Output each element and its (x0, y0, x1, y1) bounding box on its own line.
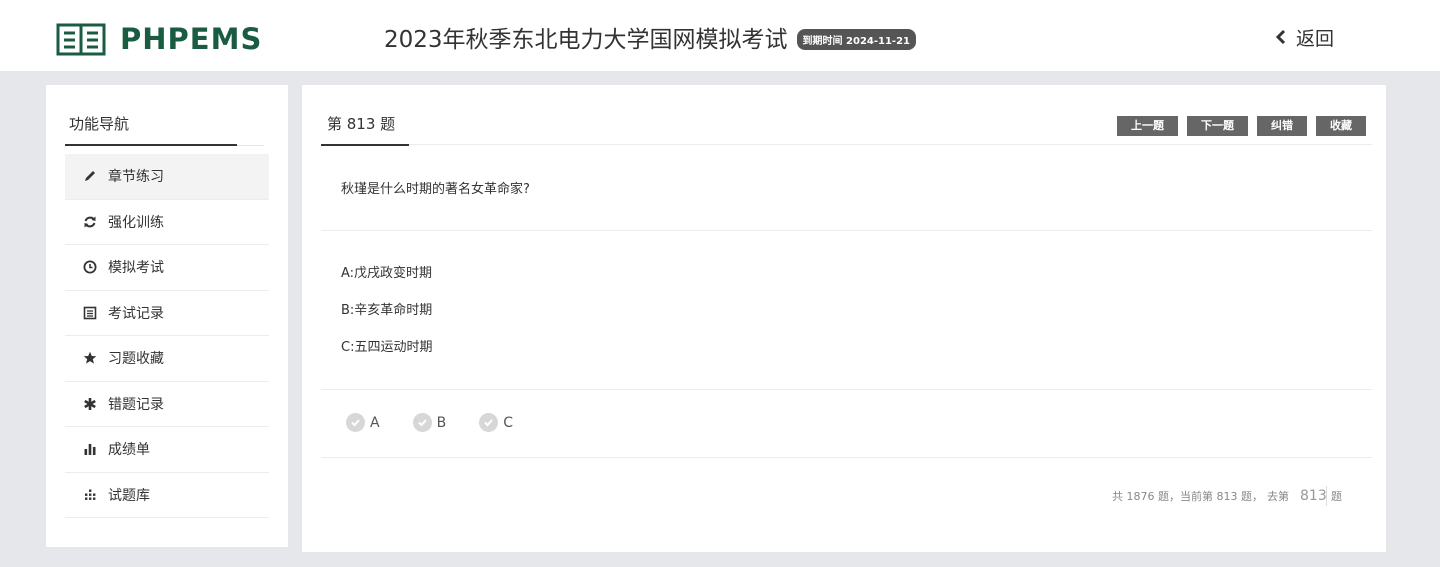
sidebar-nav: 章节练习 强化训练 模拟考试 考试记录 习题收藏 错题记录 成绩单 试题库 (65, 154, 269, 518)
exam-title: 2023年秋季东北电力大学国网模拟考试 (384, 27, 788, 53)
question-pager: 共 1876 题，当前第 813 题， 去第 题 (1112, 486, 1342, 506)
sidebar-item-transcript[interactable]: 成绩单 (65, 427, 269, 473)
tab-underline (409, 144, 1372, 145)
prev-question-button[interactable]: 上一题 (1117, 116, 1178, 136)
answer-choice-b[interactable]: B (412, 413, 447, 432)
pager-goto-prefix: 去第 (1267, 490, 1289, 503)
sidebar-item-label: 试题库 (108, 487, 150, 504)
option-list: A:戊戌政变时期 B:辛亥革命时期 C:五四运动时期 (341, 265, 432, 376)
back-label: 返回 (1296, 27, 1335, 50)
exam-title-area: 2023年秋季东北电力大学国网模拟考试 到期时间 2024-11-21 (384, 20, 916, 54)
sidebar-item-label: 强化训练 (108, 214, 164, 231)
sidebar-item-label: 考试记录 (108, 305, 164, 322)
sidebar-divider (237, 145, 264, 146)
report-error-button[interactable]: 纠错 (1257, 116, 1307, 136)
sidebar-item-label: 错题记录 (108, 396, 164, 413)
option-a: A:戊戌政变时期 (341, 266, 433, 281)
question-number-tab: 第 813 题 (321, 114, 409, 146)
check-circle-icon (346, 413, 365, 432)
divider (321, 389, 1372, 390)
expiry-badge: 到期时间 2024-11-21 (796, 28, 916, 50)
sidebar: 功能导航 章节练习 强化训练 模拟考试 考试记录 习题收藏 错题记录 成绩单 试… (46, 85, 288, 547)
grid-icon (83, 488, 97, 502)
sidebar-item-label: 章节练习 (108, 169, 164, 186)
option-b: B:辛亥革命时期 (341, 303, 433, 318)
list-icon (83, 306, 97, 320)
answer-choice-a[interactable]: A (346, 413, 380, 432)
asterisk-icon (83, 397, 97, 411)
check-circle-icon (412, 413, 432, 432)
phpems-logo[interactable]: PHPEMS (56, 22, 262, 56)
pencil-icon (83, 169, 97, 183)
sidebar-title: 功能导航 (65, 114, 237, 146)
book-logo-icon (56, 23, 106, 56)
check-circle-icon (479, 413, 499, 432)
chevron-left-icon (1276, 29, 1286, 45)
next-question-button[interactable]: 下一题 (1187, 116, 1248, 136)
logo-text: PHPEMS (120, 22, 263, 56)
clock-icon (83, 260, 97, 274)
sidebar-item-wrong-answers[interactable]: 错题记录 (65, 382, 269, 427)
back-button[interactable]: 返回 (1276, 24, 1334, 50)
pager-summary: 共 1876 题，当前第 813 题， (1112, 490, 1263, 503)
question-text: 秋瑾是什么时期的著名女革命家? (341, 182, 530, 197)
sidebar-item-label: 成绩单 (108, 442, 150, 459)
question-panel: 第 813 题 上一题 下一题 纠错 收藏 秋瑾是什么时期的著名女革命家? A:… (302, 85, 1386, 552)
sidebar-item-question-favorites[interactable]: 习题收藏 (65, 336, 269, 382)
divider (321, 230, 1372, 231)
sidebar-item-intensive-training[interactable]: 强化训练 (65, 200, 269, 245)
star-icon (83, 351, 97, 365)
top-header: PHPEMS 2023年秋季东北电力大学国网模拟考试 到期时间 2024-11-… (0, 0, 1440, 71)
sidebar-item-chapter-practice[interactable]: 章节练习 (65, 154, 269, 200)
favorite-button[interactable]: 收藏 (1316, 116, 1366, 136)
sidebar-item-question-bank[interactable]: 试题库 (65, 473, 269, 518)
answer-choices: A B C (346, 413, 546, 432)
answer-choice-c[interactable]: C (479, 413, 513, 432)
answer-choice-label: C (503, 414, 513, 431)
pager-goto-suffix: 题 (1331, 490, 1342, 503)
sidebar-item-label: 习题收藏 (108, 351, 164, 368)
option-c: C:五四运动时期 (341, 340, 433, 355)
goto-question-input[interactable] (1293, 486, 1327, 506)
answer-choice-label: A (370, 414, 380, 431)
refresh-icon (83, 215, 97, 229)
answer-choice-label: B (436, 414, 447, 431)
bar-chart-icon (83, 442, 97, 456)
sidebar-item-exam-records[interactable]: 考试记录 (65, 291, 269, 336)
sidebar-item-mock-exam[interactable]: 模拟考试 (65, 245, 269, 291)
sidebar-item-label: 模拟考试 (108, 260, 164, 277)
question-action-buttons: 上一题 下一题 纠错 收藏 (1117, 116, 1366, 136)
divider (321, 457, 1372, 458)
